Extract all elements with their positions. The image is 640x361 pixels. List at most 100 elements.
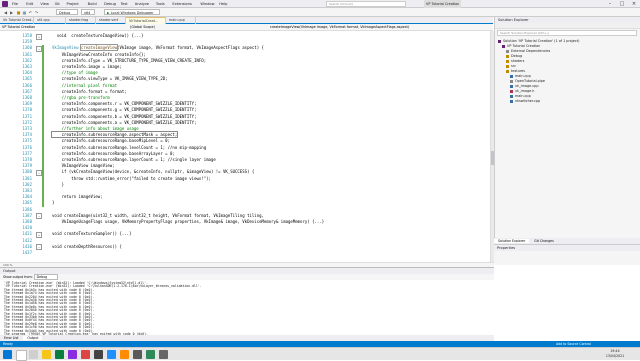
play-icon: ▶ <box>107 11 110 15</box>
solution-tree-item[interactable]: main.cpp <box>515 74 531 79</box>
code-line: createInfo.components.b = VK_COMPONENT_S… <box>52 113 197 119</box>
menu-file[interactable]: File <box>12 0 18 8</box>
redo-icon[interactable]: ↷ <box>34 10 39 15</box>
code-editor[interactable]: 1358 1359 1360 1361 1362 1363 1364 1365 1366 1367… <box>0 31 490 262</box>
back-icon[interactable]: ◀ <box>3 10 8 15</box>
output-source-select[interactable]: Debug <box>33 274 59 280</box>
close-icon[interactable]: × <box>628 0 640 8</box>
return-type: VkImageView <box>52 45 81 51</box>
navigation-bar: VP Tutorial Creation (Global Scope) crea… <box>0 24 493 31</box>
spotify-taskbar-icon[interactable] <box>146 350 155 359</box>
app-taskbar-icon[interactable] <box>81 350 90 359</box>
line-number: 1379 <box>22 163 32 169</box>
visual-studio-taskbar-icon[interactable] <box>68 350 77 359</box>
solution-tree-item[interactable]: Debug <box>511 54 522 59</box>
properties-panel: Properties <box>494 244 640 265</box>
solution-tree-item[interactable]: src <box>511 64 516 69</box>
save-icon[interactable]: ▦ <box>22 10 27 15</box>
line-number: 1421 <box>22 231 32 237</box>
search-input[interactable]: Search (Ctrl+Q) <box>326 1 406 7</box>
tab-util-cpp[interactable]: util.cpp <box>34 17 66 24</box>
run-debugger-button[interactable]: ▶ Local Windows Debugger <box>104 9 160 15</box>
line-number: 1382 <box>22 181 32 187</box>
solution-tree-item[interactable]: vkswitcher.cpp <box>515 99 540 104</box>
solution-tree-item[interactable]: vk_image.h <box>515 89 534 94</box>
store-taskbar-icon[interactable] <box>120 350 129 359</box>
folder-icon <box>506 54 509 58</box>
platform-select[interactable]: x64 <box>81 9 95 15</box>
toolbar <box>0 8 640 17</box>
solution-tree-item[interactable]: External Dependencies <box>511 49 550 54</box>
file-icon <box>502 44 505 48</box>
mail-taskbar-icon[interactable] <box>107 350 116 359</box>
run-label: Local Windows Debugger <box>110 11 154 15</box>
line-number: 1375 <box>22 138 32 144</box>
menu-project[interactable]: Project <box>67 0 79 8</box>
folder-icon <box>506 59 509 63</box>
solution-tree-item[interactable]: VP Tutorial Creation <box>507 44 540 49</box>
misc-taskbar-icon[interactable] <box>159 350 168 359</box>
folder-icon[interactable]: ■ <box>16 10 21 15</box>
undo-icon[interactable]: ↶ <box>28 10 33 15</box>
tab-vktutorialcreat-active[interactable]: VkTutorialCreat... <box>126 17 166 24</box>
menu-edit[interactable]: Edit <box>26 0 33 8</box>
visual-studio-logo-icon <box>2 1 8 7</box>
windows-start-icon[interactable] <box>3 350 12 359</box>
settings-taskbar-icon[interactable] <box>133 350 142 359</box>
code-line: createInfo.format = format; <box>52 88 127 94</box>
menu-debug[interactable]: Debug <box>104 0 116 8</box>
menu-extensions[interactable]: Extensions <box>172 0 192 8</box>
terminal-taskbar-icon[interactable] <box>94 350 103 359</box>
menu-help[interactable]: Help <box>219 0 227 8</box>
scope-dropdown[interactable]: (Global Scope) <box>130 24 190 31</box>
solution-tree-item[interactable]: textures <box>511 69 525 74</box>
line-number: 1383 <box>22 188 32 193</box>
forward-icon[interactable]: ▶ <box>9 10 14 15</box>
tab-output[interactable]: Output <box>23 336 43 340</box>
maximize-icon[interactable]: □ <box>616 0 628 8</box>
tab-git-changes[interactable]: Git Changes <box>530 239 557 243</box>
code-line: createInfo.viewType = VK_IMAGE_VIEW_TYPE… <box>52 76 168 82</box>
configuration-select[interactable]: Debug <box>56 9 78 15</box>
line-number: 1368 <box>22 95 32 100</box>
line-number: 1422 <box>22 237 32 243</box>
edge-browser-icon[interactable] <box>55 350 64 359</box>
solution-explorer-panel: Solution Explorer Search Solution Explor… <box>494 17 640 265</box>
line-number: 1363 <box>22 64 32 69</box>
solution-tree-item[interactable]: main.cpp <box>515 94 531 99</box>
tab-error-list[interactable]: Error List <box>0 336 22 340</box>
code-line: void createTextureImageView() {...} <box>52 33 144 38</box>
tab-vk-tutorial-creat[interactable]: Vk Tutorial Creat... <box>0 17 34 24</box>
tab-main-cpp[interactable]: main.cpp <box>166 17 196 24</box>
tab-shader-vert[interactable]: shader.vert <box>96 17 126 24</box>
solution-tree-item[interactable]: vk_image.cpp <box>515 84 538 89</box>
menu-analyze[interactable]: Analyze <box>135 0 149 8</box>
menu-tools[interactable]: Tools <box>156 0 165 8</box>
solution-search-input[interactable]: Search Solution Explorer (Ctrl+;) <box>497 30 637 36</box>
task-view-icon[interactable] <box>29 350 38 359</box>
project-dropdown[interactable]: VP Tutorial Creation <box>2 24 62 31</box>
solution-tree-item[interactable]: shaders <box>511 59 524 64</box>
file-icon <box>506 49 509 53</box>
menu-window[interactable]: Window <box>200 0 214 8</box>
line-number: 1381 <box>22 175 32 181</box>
menu-git[interactable]: Git <box>55 0 60 8</box>
minimize-icon[interactable]: – <box>604 0 616 8</box>
code-line: void createDepthResources() { <box>52 243 122 249</box>
code-line: createInfo.sType = VK_STRUCTURE_TYPE_IMA… <box>52 57 207 63</box>
solution-tree-item[interactable]: OpenTutorial.pipe <box>515 79 545 84</box>
menu-view[interactable]: View <box>40 0 49 8</box>
tab-solution-explorer[interactable]: Solution Explorer <box>494 239 530 243</box>
file-icon <box>510 94 513 98</box>
line-number: 1372 <box>22 119 32 125</box>
menu-build[interactable]: Build <box>88 0 97 8</box>
solution-tree-item[interactable]: Solution 'VP Tutorial Creation' (1 of 1 … <box>503 39 579 44</box>
search-taskbar-icon[interactable] <box>16 350 27 361</box>
output-panel: Output Show output from: Debug 'VP Tutor… <box>0 267 494 336</box>
clock[interactable]: 19:44 13/04/2021 <box>600 349 630 359</box>
menu-test[interactable]: Test <box>121 0 128 8</box>
file-explorer-icon[interactable] <box>42 350 51 359</box>
tab-shader-frag[interactable]: shader.frag <box>66 17 96 24</box>
line-number: 1384 <box>22 194 32 200</box>
member-dropdown[interactable]: createImageView(VkImage image, VkFormat … <box>270 24 490 31</box>
